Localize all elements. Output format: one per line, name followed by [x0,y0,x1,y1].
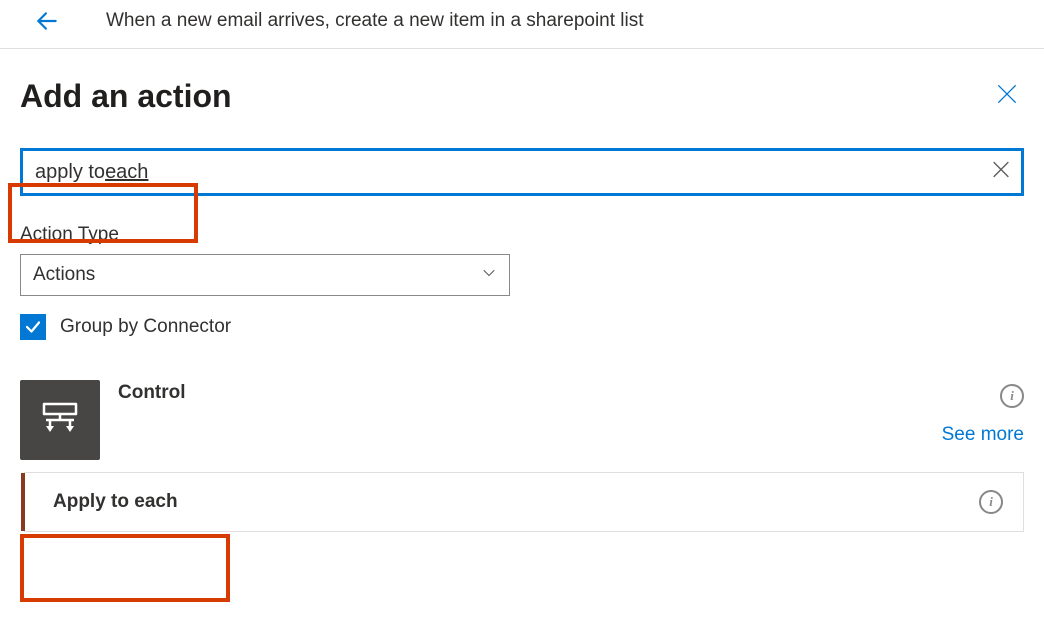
info-icon[interactable]: i [1000,384,1024,408]
header-bar: When a new email arrives, create a new i… [0,0,1044,49]
connector-row-control: Control i See more [20,380,1024,460]
control-connector-icon[interactable] [20,380,100,460]
group-by-checkbox[interactable] [20,314,46,340]
annotation-highlight-action [20,534,230,602]
search-input[interactable]: apply to each [20,148,1024,196]
connector-right-stack: i See more [942,384,1024,446]
connector-name: Control [118,382,186,404]
panel-header: Add an action [20,77,1024,116]
action-item-label: Apply to each [53,491,178,513]
chevron-down-icon [480,264,498,287]
action-type-selected: Actions [33,264,95,286]
add-action-panel: Add an action apply to each Action Type … [0,49,1044,532]
action-type-label: Action Type [20,224,1024,246]
group-by-label: Group by Connector [60,316,231,338]
action-type-select[interactable]: Actions [20,254,510,296]
see-more-link[interactable]: See more [942,424,1024,446]
search-wrap: apply to each [20,148,1024,196]
clear-search-icon[interactable] [990,159,1012,186]
close-icon[interactable] [990,77,1024,116]
action-type-select-wrap: Actions [20,254,510,296]
search-text-part1: apply to [35,161,105,184]
group-by-connector-row: Group by Connector [20,314,1024,340]
panel-title: Add an action [20,78,232,115]
flow-title: When a new email arrives, create a new i… [106,10,644,32]
action-item-apply-to-each[interactable]: Apply to each i [24,472,1024,532]
back-arrow-icon[interactable] [34,8,60,34]
search-text-part2: each [105,161,148,184]
info-icon[interactable]: i [979,490,1003,514]
